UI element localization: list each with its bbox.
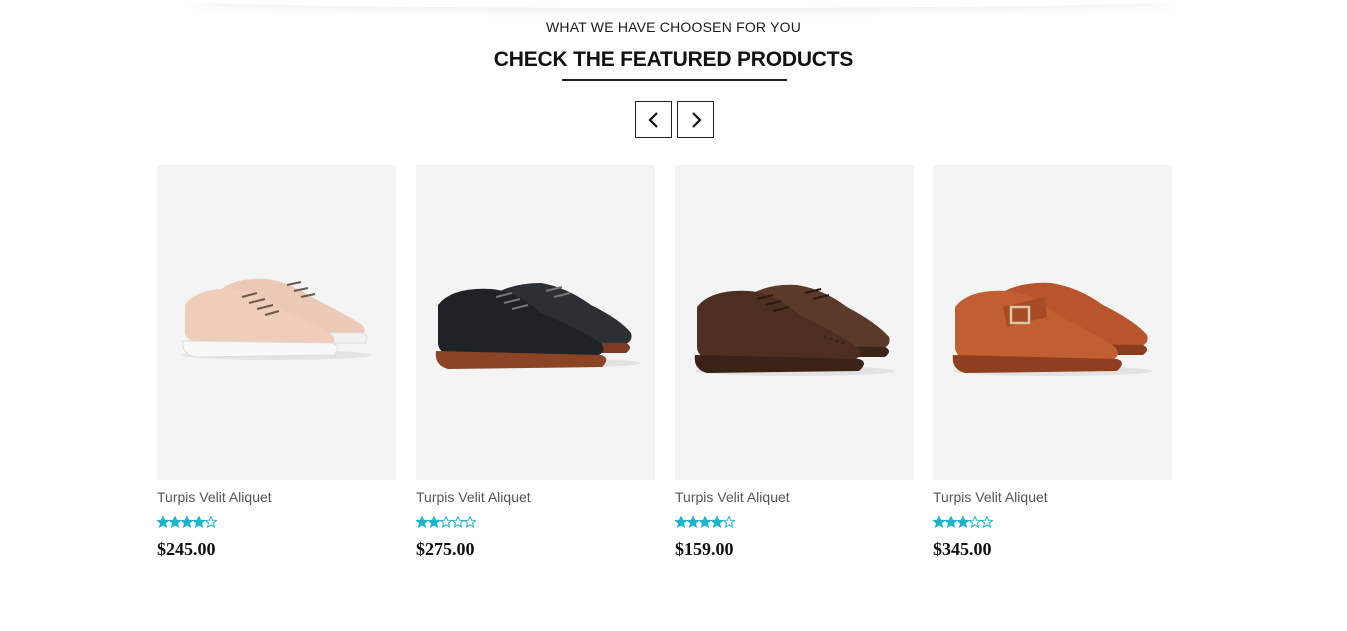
product-image-brown-brogue-shoe[interactable]: [675, 165, 914, 480]
star-filled-icon: [416, 516, 428, 528]
star-empty-icon: [969, 516, 981, 528]
product-card: Turpis Velit Aliquet $245.00: [157, 165, 396, 560]
star-filled-icon: [193, 516, 205, 528]
top-divider-shadow: [190, 0, 1175, 8]
star-filled-icon: [957, 516, 969, 528]
product-rating: [416, 516, 655, 531]
star-empty-icon: [205, 516, 217, 528]
product-rating: [933, 516, 1172, 531]
star-filled-icon: [157, 516, 169, 528]
chevron-left-icon: [647, 111, 658, 128]
star-filled-icon: [687, 516, 699, 528]
product-card: Turpis Velit Aliquet $345.00: [933, 165, 1172, 560]
star-empty-icon: [464, 516, 476, 528]
section-eyebrow: WHAT WE HAVE CHOOSEN FOR YOU: [545, 19, 802, 35]
star-empty-icon: [981, 516, 993, 528]
star-empty-icon: [723, 516, 735, 528]
star-filled-icon: [945, 516, 957, 528]
product-price: $275.00: [416, 539, 475, 559]
title-underline: [562, 79, 787, 81]
product-name[interactable]: Turpis Velit Aliquet: [157, 489, 396, 507]
product-price: $159.00: [675, 539, 734, 559]
star-filled-icon: [169, 516, 181, 528]
star-filled-icon: [699, 516, 711, 528]
product-name[interactable]: Turpis Velit Aliquet: [675, 489, 914, 507]
product-price: $345.00: [933, 539, 992, 559]
carousel-prev-button[interactable]: [635, 101, 672, 138]
star-filled-icon: [428, 516, 440, 528]
product-image-beige-sneaker[interactable]: [157, 165, 396, 480]
star-filled-icon: [675, 516, 687, 528]
product-card: Turpis Velit Aliquet $275.00: [416, 165, 655, 560]
product-price: $245.00: [157, 539, 216, 559]
product-image-black-derby-shoe[interactable]: [416, 165, 655, 480]
product-image-tan-monk-strap-shoe[interactable]: [933, 165, 1172, 480]
star-empty-icon: [452, 516, 464, 528]
product-card: Turpis Velit Aliquet $159.00: [675, 165, 914, 560]
star-filled-icon: [181, 516, 193, 528]
star-empty-icon: [440, 516, 452, 528]
product-name[interactable]: Turpis Velit Aliquet: [933, 489, 1172, 507]
star-filled-icon: [711, 516, 723, 528]
product-name[interactable]: Turpis Velit Aliquet: [416, 489, 655, 507]
star-filled-icon: [933, 516, 945, 528]
product-rating: [675, 516, 914, 531]
chevron-right-icon: [691, 111, 702, 128]
carousel-next-button[interactable]: [677, 101, 714, 138]
section-title: CHECK THE FEATURED PRODUCTS: [493, 48, 854, 71]
product-rating: [157, 516, 396, 531]
